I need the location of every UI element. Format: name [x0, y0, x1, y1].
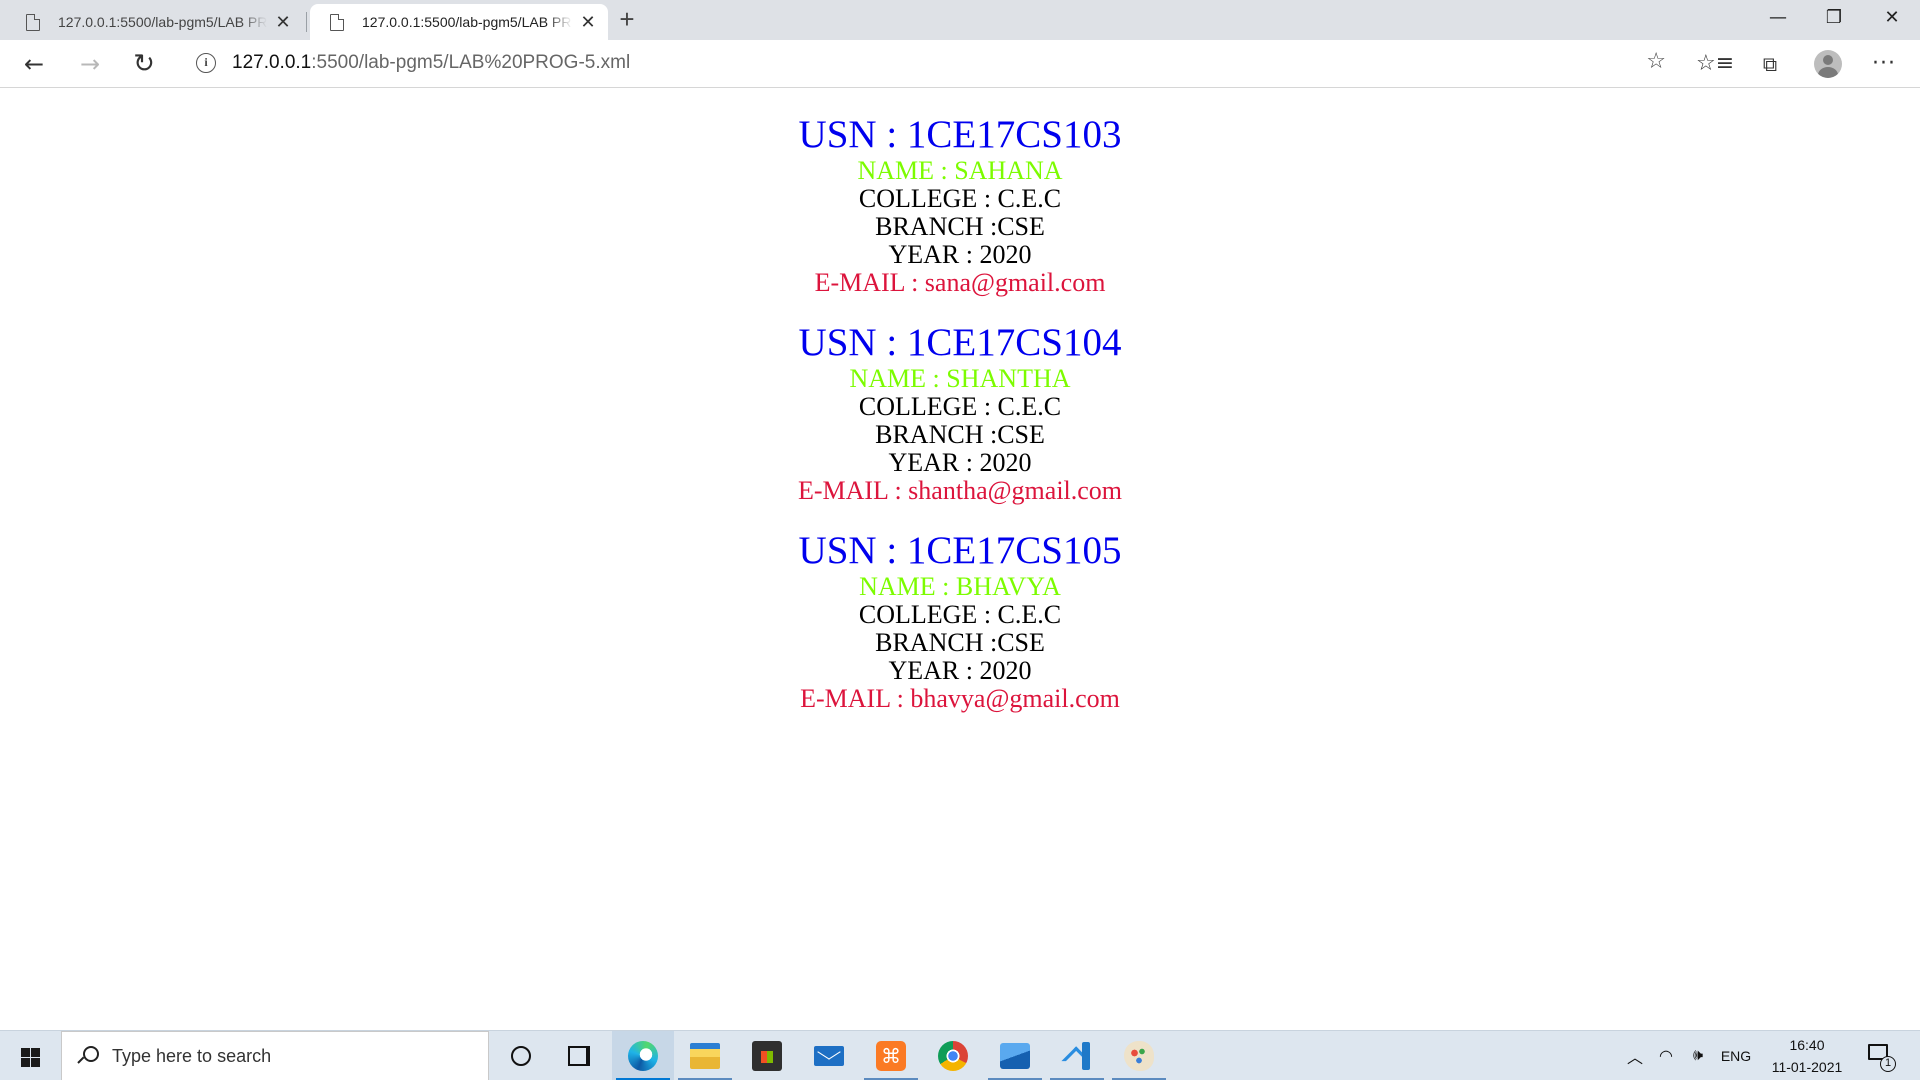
student-email: E-MAIL : sana@gmail.com — [814, 268, 1106, 297]
student-name: NAME : BHAVYA — [859, 572, 1061, 601]
paint-icon — [1124, 1041, 1154, 1071]
notification-count: 1 — [1880, 1056, 1896, 1072]
profile-button[interactable] — [1810, 48, 1846, 80]
taskbar-app-store[interactable] — [736, 1031, 798, 1080]
task-view-icon — [568, 1046, 590, 1066]
student-branch: BRANCH :CSE — [875, 212, 1045, 241]
show-hidden-icons-chevron-icon[interactable]: ︿ — [1620, 1044, 1650, 1068]
taskbar-app-file-explorer[interactable] — [674, 1031, 736, 1080]
task-view-button[interactable] — [548, 1031, 610, 1080]
taskbar-app-vscode[interactable] — [1046, 1031, 1108, 1080]
address-bar[interactable]: i 127.0.0.1:5500/lab-pgm5/LAB%20PROG-5.x… — [180, 45, 1680, 81]
taskbar-app-paint[interactable] — [1108, 1031, 1170, 1080]
taskbar-app-xampp[interactable] — [860, 1031, 922, 1080]
page-content: USN : 1CE17CS103 NAME : SAHANA COLLEGE :… — [0, 89, 1920, 1029]
action-center-button[interactable]: 1 — [1856, 1031, 1902, 1080]
student-college: COLLEGE : C.E.C — [858, 600, 1062, 629]
collections-button[interactable]: ⧉ — [1752, 48, 1788, 80]
tab-close-icon[interactable]: ✕ — [273, 12, 293, 33]
student-college: COLLEGE : C.E.C — [858, 184, 1062, 213]
edge-icon — [628, 1041, 658, 1071]
avatar — [1814, 50, 1842, 78]
taskbar: Type here to search ︿ ◠ 🕪 ENG 16:40 11-0… — [0, 1030, 1920, 1080]
page-icon — [330, 13, 344, 31]
restore-button[interactable]: ❐ — [1806, 0, 1862, 38]
network-icon[interactable]: ◠ — [1650, 1046, 1682, 1066]
student-year: YEAR : 2020 — [888, 448, 1032, 477]
cortana-icon — [511, 1046, 531, 1066]
input-language[interactable]: ENG — [1714, 1048, 1758, 1064]
cortana-button[interactable] — [490, 1031, 552, 1080]
browser-tab-1[interactable]: 127.0.0.1:5500/lab-pgm5/LAB PROG-5.xml ✕ — [6, 4, 303, 40]
favorites-button[interactable]: ☆≡ — [1696, 48, 1734, 80]
tab-separator — [306, 12, 307, 32]
forward-button[interactable]: → — [72, 48, 108, 80]
tab-close-icon[interactable]: ✕ — [578, 12, 598, 33]
chrome-icon — [938, 1041, 968, 1071]
url-text[interactable]: 127.0.0.1:5500/lab-pgm5/LAB%20PROG-5.xml — [232, 52, 630, 74]
browser-tab-2[interactable]: 127.0.0.1:5500/lab-pgm5/LAB PROG-5.xml ✕ — [310, 4, 608, 40]
url-path: :5500/lab-pgm5/LAB%20PROG-5.xml — [311, 52, 631, 73]
taskbar-app-photos[interactable] — [984, 1031, 1046, 1080]
url-host: 127.0.0.1 — [232, 52, 312, 73]
photos-icon — [1000, 1043, 1030, 1069]
back-button[interactable]: ← — [16, 48, 52, 80]
student-record: USN : 1CE17CS105 NAME : BHAVYA COLLEGE :… — [0, 529, 1920, 713]
student-name: NAME : SHANTHA — [849, 364, 1071, 393]
favorite-star-icon[interactable]: ☆ — [1646, 49, 1666, 74]
tab-strip: 127.0.0.1:5500/lab-pgm5/LAB PROG-5.xml ✕… — [0, 0, 1920, 40]
tab-title: 127.0.0.1:5500/lab-pgm5/LAB PROG-5.xml — [362, 14, 572, 30]
search-icon — [76, 1045, 99, 1067]
mail-icon — [814, 1046, 844, 1066]
search-placeholder: Type here to search — [112, 1045, 272, 1066]
taskbar-app-mail[interactable] — [798, 1031, 860, 1080]
student-email: E-MAIL : bhavya@gmail.com — [800, 684, 1120, 713]
student-college: COLLEGE : C.E.C — [858, 392, 1062, 421]
taskbar-search-box[interactable]: Type here to search — [61, 1031, 489, 1080]
site-info-icon[interactable]: i — [196, 53, 216, 73]
student-usn: USN : 1CE17CS105 — [798, 529, 1122, 572]
taskbar-app-edge[interactable] — [612, 1031, 674, 1080]
xampp-icon — [876, 1041, 906, 1071]
student-record: USN : 1CE17CS104 NAME : SHANTHA COLLEGE … — [0, 321, 1920, 505]
student-usn: USN : 1CE17CS103 — [798, 113, 1122, 156]
student-branch: BRANCH :CSE — [875, 628, 1045, 657]
student-usn: USN : 1CE17CS104 — [798, 321, 1122, 364]
file-explorer-icon — [690, 1043, 720, 1069]
browser-toolbar: ← → ↻ i 127.0.0.1:5500/lab-pgm5/LAB%20PR… — [0, 40, 1920, 88]
student-name: NAME : SAHANA — [857, 156, 1063, 185]
clock-date: 11-01-2021 — [1771, 1059, 1843, 1075]
volume-icon[interactable]: 🕪 — [1682, 1047, 1714, 1065]
close-window-button[interactable]: ✕ — [1864, 0, 1920, 38]
page-icon — [26, 13, 40, 31]
taskbar-app-chrome[interactable] — [922, 1031, 984, 1080]
clock-time: 16:40 — [1789, 1037, 1825, 1053]
windows-logo-icon — [21, 1048, 40, 1067]
tab-title: 127.0.0.1:5500/lab-pgm5/LAB PROG-5.xml — [58, 14, 267, 30]
new-tab-button[interactable]: + — [612, 4, 642, 36]
student-year: YEAR : 2020 — [888, 240, 1032, 269]
clock[interactable]: 16:40 11-01-2021 — [1758, 1034, 1856, 1078]
start-button[interactable] — [0, 1031, 60, 1080]
student-record: USN : 1CE17CS103 NAME : SAHANA COLLEGE :… — [0, 113, 1920, 297]
store-icon — [752, 1041, 782, 1071]
student-email: E-MAIL : shantha@gmail.com — [797, 476, 1123, 505]
student-branch: BRANCH :CSE — [875, 420, 1045, 449]
minimize-button[interactable]: — — [1750, 0, 1806, 38]
system-tray: ︿ ◠ 🕪 ENG 16:40 11-01-2021 1 — [1620, 1031, 1902, 1080]
vscode-icon — [1062, 1041, 1092, 1071]
student-year: YEAR : 2020 — [888, 656, 1032, 685]
refresh-button[interactable]: ↻ — [126, 48, 162, 80]
more-menu-button[interactable]: ··· — [1866, 48, 1902, 80]
